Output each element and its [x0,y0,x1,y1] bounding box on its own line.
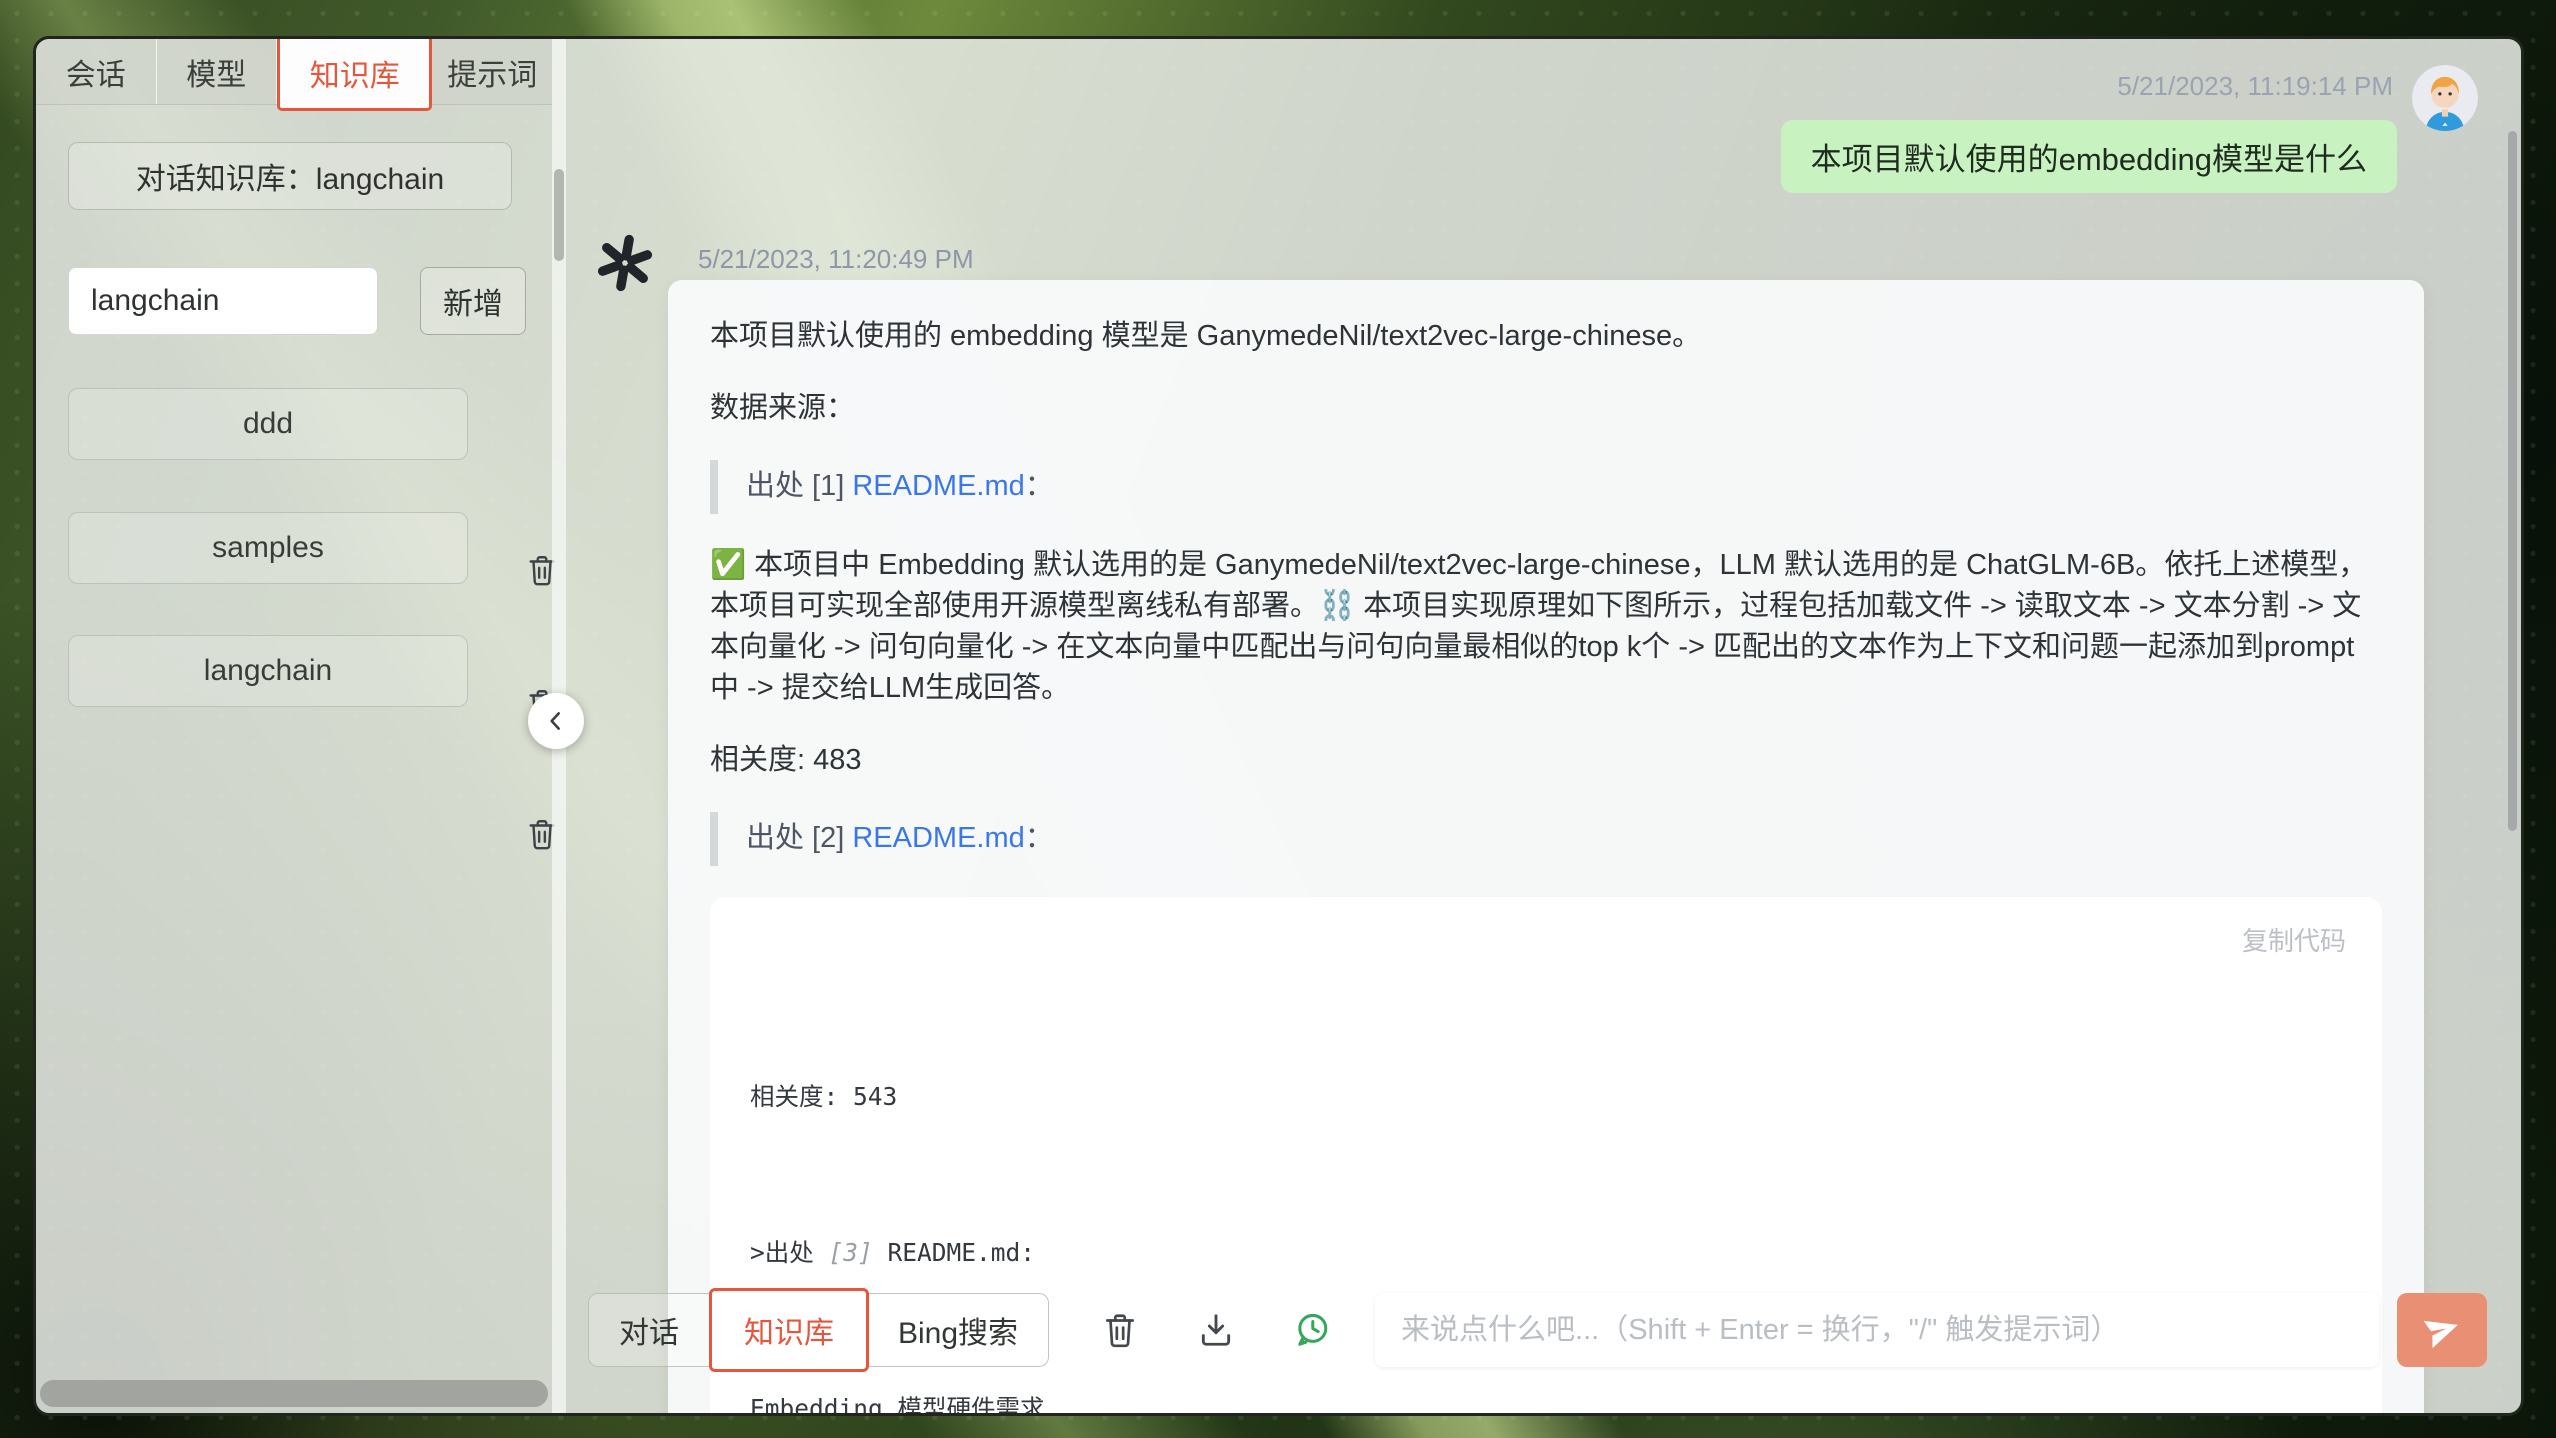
copy-code-button[interactable]: 复制代码 [750,923,2346,960]
paper-plane-icon [2417,1305,2467,1355]
code-line: >出处 [3] README.md: [750,1233,2346,1272]
readme-link[interactable]: README.md [852,822,1024,854]
tab-model[interactable]: 模型 [157,39,278,104]
knowledge-base-item-samples[interactable]: samples [68,512,468,584]
source-label: 出处 [1] [746,470,852,502]
openai-logo-icon [593,231,657,295]
export-download-icon[interactable] [1197,1311,1235,1349]
assistant-message-card: 本项目默认使用的 embedding 模型是 GanymedeNil/text2… [668,280,2424,1416]
chat-scrollbar-thumb[interactable] [2508,131,2517,831]
source-label: 出处 [2] [746,822,852,854]
chevron-left-icon [543,708,569,734]
readme-link[interactable]: README.md [852,470,1024,502]
project-description-paragraph: ✅ 本项目中 Embedding 默认选用的是 GanymedeNil/text… [710,545,2382,710]
message-input[interactable] [1375,1293,2379,1367]
current-knowledge-base-label: 对话知识库：langchain [68,142,512,210]
source-quote-2: 出处 [2] README.md： [710,812,2382,865]
user-message: 5/21/2023, 11:19:14 PM 本项目默认使用的embedding… [1781,65,2478,193]
answer-paragraph: 本项目默认使用的 embedding 模型是 GanymedeNil/text2… [710,316,2382,357]
data-source-heading: 数据来源： [710,388,2382,429]
sidebar: 会话 模型 知识库 提示词 对话知识库：langchain 新增 ddd sam… [36,39,566,1413]
chat-toolbar: 对话 知识库 Bing搜索 [588,1293,2487,1367]
sidebar-collapse-button[interactable] [528,693,584,749]
user-avatar [2412,65,2478,131]
source-colon: ： [1025,470,1054,502]
tab-conversation[interactable]: 会话 [36,39,157,104]
tab-prompts[interactable]: 提示词 [432,39,552,104]
assistant-message-timestamp: 5/21/2023, 11:20:49 PM [698,244,974,275]
user-message-bubble: 本项目默认使用的embedding模型是什么 [1781,120,2397,193]
sidebar-tabs: 会话 模型 知识库 提示词 [36,39,552,105]
send-button[interactable] [2397,1293,2487,1367]
code-line: Embedding 模型硬件需求 [750,1389,2346,1416]
relevance-score: 相关度: 483 [710,740,2382,781]
mode-switch-group: 对话 知识库 Bing搜索 [588,1293,1049,1367]
sidebar-horizontal-scrollbar-thumb[interactable] [40,1380,548,1407]
history-clock-icon[interactable] [1293,1311,1331,1349]
knowledge-base-name-input[interactable] [68,267,378,335]
chat-main: 5/21/2023, 11:19:14 PM 本项目默认使用的embedding… [566,39,2521,1413]
sidebar-scrollbar-thumb[interactable] [554,169,564,261]
knowledge-base-item-langchain[interactable]: langchain [68,635,468,707]
clear-conversation-trash-icon[interactable] [1101,1311,1139,1349]
source-quote-1: 出处 [1] README.md： [710,460,2382,513]
mode-button-chat[interactable]: 对话 [589,1294,710,1366]
add-knowledge-base-button[interactable]: 新增 [420,267,526,335]
mode-button-knowledge-base[interactable]: 知识库 [709,1288,869,1372]
code-line: 相关度: 543 [750,1077,2346,1116]
mode-button-bing-search[interactable]: Bing搜索 [868,1294,1048,1366]
tab-knowledge-base[interactable]: 知识库 [277,36,432,111]
knowledge-base-item-ddd[interactable]: ddd [68,388,468,460]
user-message-timestamp: 5/21/2023, 11:19:14 PM [2117,71,2393,102]
source-colon: ： [1025,822,1054,854]
app-window: 会话 模型 知识库 提示词 对话知识库：langchain 新增 ddd sam… [33,36,2524,1416]
